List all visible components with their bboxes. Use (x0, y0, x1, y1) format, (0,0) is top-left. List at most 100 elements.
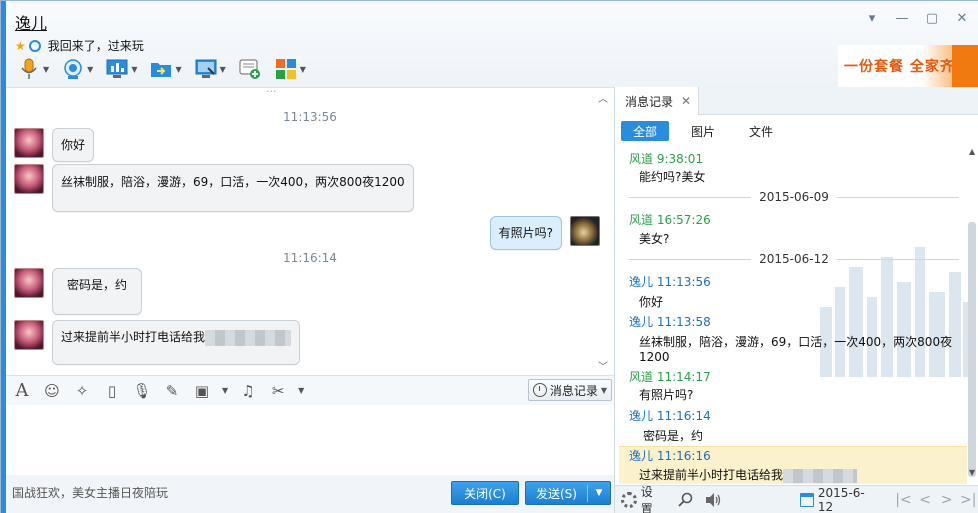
last-page-icon[interactable]: >| (957, 492, 978, 508)
message-bubble: 过来提前半小时打电话给我 (52, 320, 301, 365)
truncated-message: ... (266, 87, 277, 95)
folder-icon (149, 57, 173, 81)
calendar-icon (800, 492, 814, 507)
magic-wand-icon[interactable]: ✧ (72, 381, 92, 401)
chat-message: 过来提前半小时打电话给我 (14, 320, 301, 365)
remote-desktop-icon (194, 57, 218, 81)
maximize-icon[interactable]: ▢ (922, 9, 942, 27)
image-icon[interactable]: ▣ (192, 381, 212, 401)
new-discussion-button[interactable] (235, 55, 265, 83)
log-message: 能约吗?美女 (639, 170, 706, 184)
message-history-label: 消息记录 (549, 383, 598, 398)
log-header: 风道 9:38:01 (629, 152, 704, 166)
input-toolbar: A ☺ ✧ ▯ 🎙 ✎ ▣ ▼ ♫ ✂ ▼ 消息记录 ▼ (6, 375, 614, 405)
filter-files[interactable]: 文件 (737, 121, 785, 141)
font-icon[interactable]: A (12, 380, 32, 401)
voice-call-button[interactable]: ▼ (14, 55, 52, 83)
tab-message-history[interactable]: 消息记录 ✕ (615, 87, 699, 115)
avatar[interactable] (14, 128, 44, 158)
top-ad-text: 一份套餐 全家齐享 (844, 59, 970, 75)
app-share-button[interactable]: ▼ (102, 55, 140, 83)
remote-desktop-button[interactable]: ▼ (191, 55, 229, 83)
bottom-bar: 国战狂欢，美女主播日夜陪玩 关闭(C) 发送(S) ▼ (6, 475, 614, 513)
screenshot-scissors-icon[interactable]: ✂ (268, 381, 288, 401)
send-options-chevron-icon[interactable]: ▼ (588, 488, 610, 498)
close-window-icon[interactable]: ✕ (952, 9, 972, 27)
filter-images[interactable]: 图片 (679, 121, 727, 141)
chevron-down-icon: ▼ (131, 64, 138, 74)
chat-header: 逸儿 ★ 我回来了，过来玩 ▾ — ▢ ✕ ▼ ▼ ▼ ▼ ▼ ▼ 一份套餐 全… (6, 1, 978, 87)
message-text: 过来提前半小时打电话给我 (61, 330, 206, 344)
edit-icon[interactable]: ✎ (162, 381, 182, 401)
chevron-down-icon[interactable]: ▼ (222, 386, 228, 395)
scroll-up-icon[interactable]: ▲ (969, 147, 975, 156)
history-scrollbar[interactable]: ▲ ▼ (967, 147, 977, 477)
send-button[interactable]: 发送(S) ▼ (525, 481, 611, 505)
filter-all[interactable]: 全部 (621, 121, 670, 141)
minimize-icon[interactable]: — (892, 9, 912, 27)
window-controls: ▾ — ▢ ✕ (862, 9, 972, 27)
message-input[interactable] (6, 405, 614, 475)
tab-label: 消息记录 (625, 94, 674, 109)
volume-button[interactable] (704, 492, 722, 508)
scrollbar-thumb[interactable] (968, 222, 976, 477)
chat-window: 逸儿 ★ 我回来了，过来玩 ▾ — ▢ ✕ ▼ ▼ ▼ ▼ ▼ ▼ 一份套餐 全… (0, 0, 978, 513)
gear-icon (621, 491, 637, 508)
avatar[interactable] (570, 216, 600, 246)
chat-message: 密码是，约 (14, 268, 143, 315)
clock-icon (532, 383, 547, 397)
chevron-down-icon: ▼ (600, 385, 607, 395)
previous-page-icon[interactable]: < (914, 492, 936, 508)
chat-message: 丝袜制服，陪浴，漫游，69，口活，一次400，两次800夜1200 (14, 164, 414, 212)
log-header: 逸儿 11:16:14 (629, 409, 711, 423)
apps-button[interactable]: ▼ (271, 55, 309, 83)
emoji-icon[interactable]: ☺ (42, 381, 62, 401)
next-page-icon[interactable]: > (936, 492, 958, 508)
date-picker[interactable]: 2015-6-12 (800, 486, 879, 513)
history-filters: 全部 图片 文件 (621, 121, 795, 141)
shake-window-icon[interactable]: ▯ (102, 381, 122, 401)
log-header: 逸儿 11:16:16 (629, 449, 711, 463)
scroll-down-icon[interactable]: ▼ (969, 468, 975, 477)
collapse-icon[interactable]: ︿ (598, 90, 608, 105)
bottom-ad-link[interactable]: 国战狂欢，美女主播日夜陪玩 (12, 484, 168, 501)
add-chat-icon (238, 57, 262, 81)
close-button[interactable]: 关闭(C) (451, 481, 519, 505)
chevron-down-icon[interactable]: ▼ (298, 386, 304, 395)
history-bottom-bar: 设置 2015-6-12 |< < > >| (615, 485, 978, 513)
redacted-block (205, 329, 292, 346)
message-bubble: 密码是，约 (52, 268, 143, 315)
chat-toolbar: ▼ ▼ ▼ ▼ ▼ ▼ (14, 55, 309, 83)
search-button[interactable] (678, 492, 694, 508)
chevron-down-icon: ▼ (219, 64, 226, 74)
chat-transcript[interactable]: ... ︿ 11:13:56 你好 丝袜制服，陪浴，漫游，69，口活，一次400… (6, 87, 614, 375)
webcam-icon (61, 57, 85, 81)
ad-logo (952, 45, 978, 87)
date-separator: 2015-06-12 (629, 252, 959, 266)
contact-name[interactable]: 逸儿 (15, 10, 47, 34)
chevron-down-icon: ▼ (175, 64, 182, 74)
microphone-icon (17, 57, 41, 81)
close-tab-icon[interactable]: ✕ (681, 94, 691, 108)
first-page-icon[interactable]: |< (893, 492, 915, 508)
music-icon[interactable]: ♫ (238, 381, 258, 401)
dropdown-control-icon[interactable]: ▾ (862, 9, 882, 27)
message-history-button[interactable]: 消息记录 ▼ (527, 379, 612, 401)
video-call-button[interactable]: ▼ (58, 55, 96, 83)
settings-button[interactable]: 设置 (621, 483, 664, 513)
top-ad-banner[interactable]: 一份套餐 全家齐享 (838, 45, 978, 87)
monitor-chart-icon (105, 57, 129, 81)
send-label[interactable]: 发送(S) (526, 484, 588, 502)
redacted-block (783, 468, 858, 483)
chevron-down-icon: ▼ (43, 64, 50, 74)
voice-message-icon[interactable]: 🎙 (132, 381, 152, 401)
send-file-button[interactable]: ▼ (146, 55, 184, 83)
log-header: 逸儿 11:13:58 (629, 315, 711, 329)
avatar[interactable] (14, 164, 44, 194)
avatar[interactable] (14, 268, 44, 298)
expand-icon[interactable]: ﹀ (598, 358, 608, 373)
settings-label: 设置 (640, 484, 653, 513)
time-separator: 11:13:56 (283, 110, 337, 124)
avatar[interactable] (14, 320, 44, 350)
date-label: 2015-06-12 (759, 252, 829, 266)
